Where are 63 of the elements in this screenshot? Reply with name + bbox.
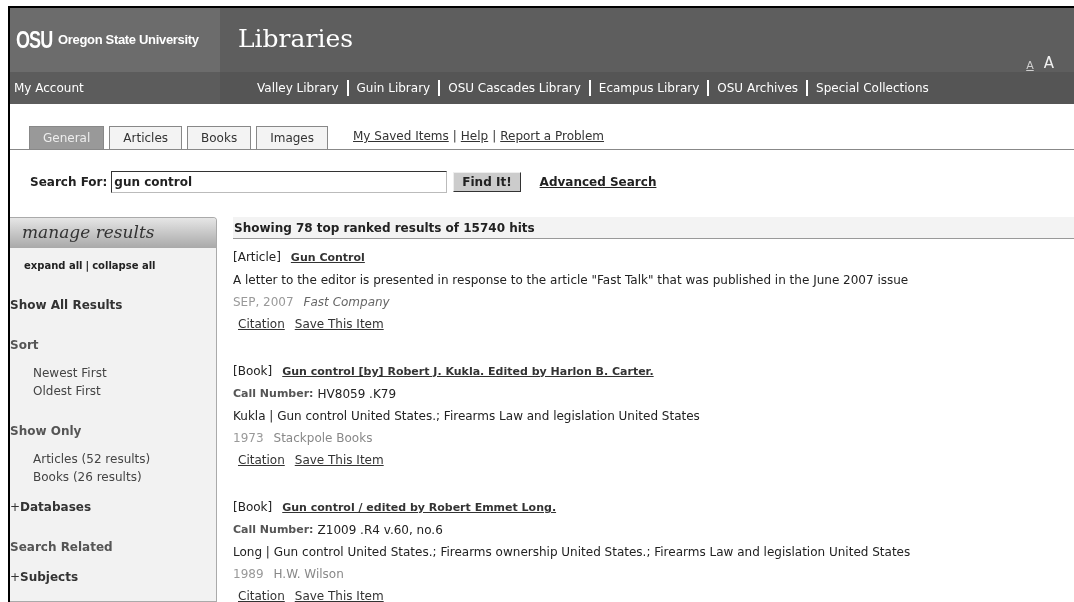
library-link[interactable]: OSU Cascades Library bbox=[448, 79, 581, 97]
search-tab[interactable]: Books bbox=[187, 126, 252, 149]
link-separator: | bbox=[85, 259, 90, 273]
sidebar-link[interactable]: Articles (52 results) bbox=[33, 450, 151, 468]
text-size-button[interactable]: A bbox=[1043, 56, 1054, 71]
link-separator: | bbox=[452, 128, 457, 145]
library-link[interactable]: OSU Archives bbox=[717, 79, 799, 97]
show-all-link[interactable]: Show All Results bbox=[10, 296, 216, 314]
sidebar-link[interactable]: Books (26 results) bbox=[33, 468, 142, 486]
result-date: SEP, 2007 bbox=[233, 294, 294, 311]
result-source: Fast Company bbox=[303, 294, 390, 311]
result-description: Kukla | Gun control United States.; Firearms Law and legislation United States bbox=[233, 408, 701, 425]
find-it-button[interactable]: Find It! bbox=[453, 172, 521, 192]
expand-toggle[interactable]: +Databases bbox=[10, 498, 92, 516]
top-link[interactable]: Report a Problem bbox=[500, 127, 605, 145]
result-action-link[interactable]: Citation bbox=[238, 585, 285, 602]
result-action-link[interactable]: Save This Item bbox=[294, 585, 384, 602]
result-action-link[interactable]: Citation bbox=[238, 313, 285, 335]
result-type: [Book] bbox=[233, 499, 273, 516]
result-title-link[interactable]: Gun control / edited by Robert Emmet Long. bbox=[282, 497, 557, 519]
result-source: H.W. Wilson bbox=[273, 566, 344, 583]
collapse-all-link[interactable]: collapse all bbox=[92, 258, 156, 273]
call-number: HV8059 .K79 bbox=[317, 386, 397, 403]
library-link[interactable]: Valley Library bbox=[257, 79, 339, 97]
call-number-label: Call Number: bbox=[233, 386, 314, 402]
sidebar-title: manage results bbox=[10, 218, 216, 248]
result-title-link[interactable]: Gun Control bbox=[290, 247, 365, 269]
sidebar-link[interactable]: Newest First bbox=[33, 364, 107, 382]
advanced-search-link[interactable]: Advanced Search bbox=[539, 173, 657, 191]
result-action-link[interactable]: Save This Item bbox=[294, 449, 384, 471]
library-link[interactable]: Special Collections bbox=[816, 79, 929, 97]
search-field[interactable]: gun control bbox=[111, 171, 448, 193]
text-size-button[interactable]: A bbox=[1026, 60, 1034, 71]
result-description: Long | Gun control United States.; Firearms ownership United States.; Firearms Law and legislation United States bbox=[233, 544, 912, 561]
result-title-link[interactable]: Gun control [by] Robert J. Kukla. Edited by Harlon B. Carter. bbox=[282, 361, 654, 383]
section-heading: Show Only bbox=[10, 423, 83, 440]
result-action-link[interactable]: Save This Item bbox=[294, 313, 384, 335]
logo[interactable]: OSU Oregon State University bbox=[10, 8, 220, 72]
section-heading: Sort bbox=[10, 337, 40, 354]
site-title: Libraries bbox=[238, 23, 354, 52]
search-tab[interactable]: Articles bbox=[109, 126, 183, 149]
search-tab[interactable]: Images bbox=[256, 126, 328, 149]
result-action-link[interactable]: Citation bbox=[238, 449, 285, 471]
expand-toggle[interactable]: +Subjects bbox=[10, 568, 79, 586]
result-date: 1989 bbox=[233, 566, 264, 583]
result-type: [Article] bbox=[233, 249, 281, 266]
library-link[interactable]: Guin Library bbox=[356, 79, 431, 97]
results-summary: Showing 78 top ranked results of 15740 hits bbox=[233, 217, 1074, 239]
search-label: Search For: bbox=[30, 174, 108, 191]
result-description: A letter to the editor is presented in response to the article "Fast Talk" that was published in the June 2007 issue bbox=[233, 272, 910, 289]
result-source: Stackpole Books bbox=[273, 430, 373, 447]
call-number-label: Call Number: bbox=[233, 522, 314, 538]
expand-all-link[interactable]: expand all bbox=[24, 258, 83, 273]
link-separator: | bbox=[492, 128, 497, 145]
top-link[interactable]: Help bbox=[460, 127, 489, 145]
section-heading: Search Related bbox=[10, 539, 114, 556]
call-number: Z1009 .R4 v.60, no.6 bbox=[317, 522, 443, 539]
sidebar-link[interactable]: Oldest First bbox=[33, 382, 101, 400]
top-link[interactable]: My Saved Items bbox=[353, 127, 449, 145]
result-type: [Book] bbox=[233, 363, 273, 380]
library-link[interactable]: Ecampus Library bbox=[598, 79, 700, 97]
result-date: 1973 bbox=[233, 430, 264, 447]
my-account-link[interactable]: My Account bbox=[10, 72, 220, 104]
